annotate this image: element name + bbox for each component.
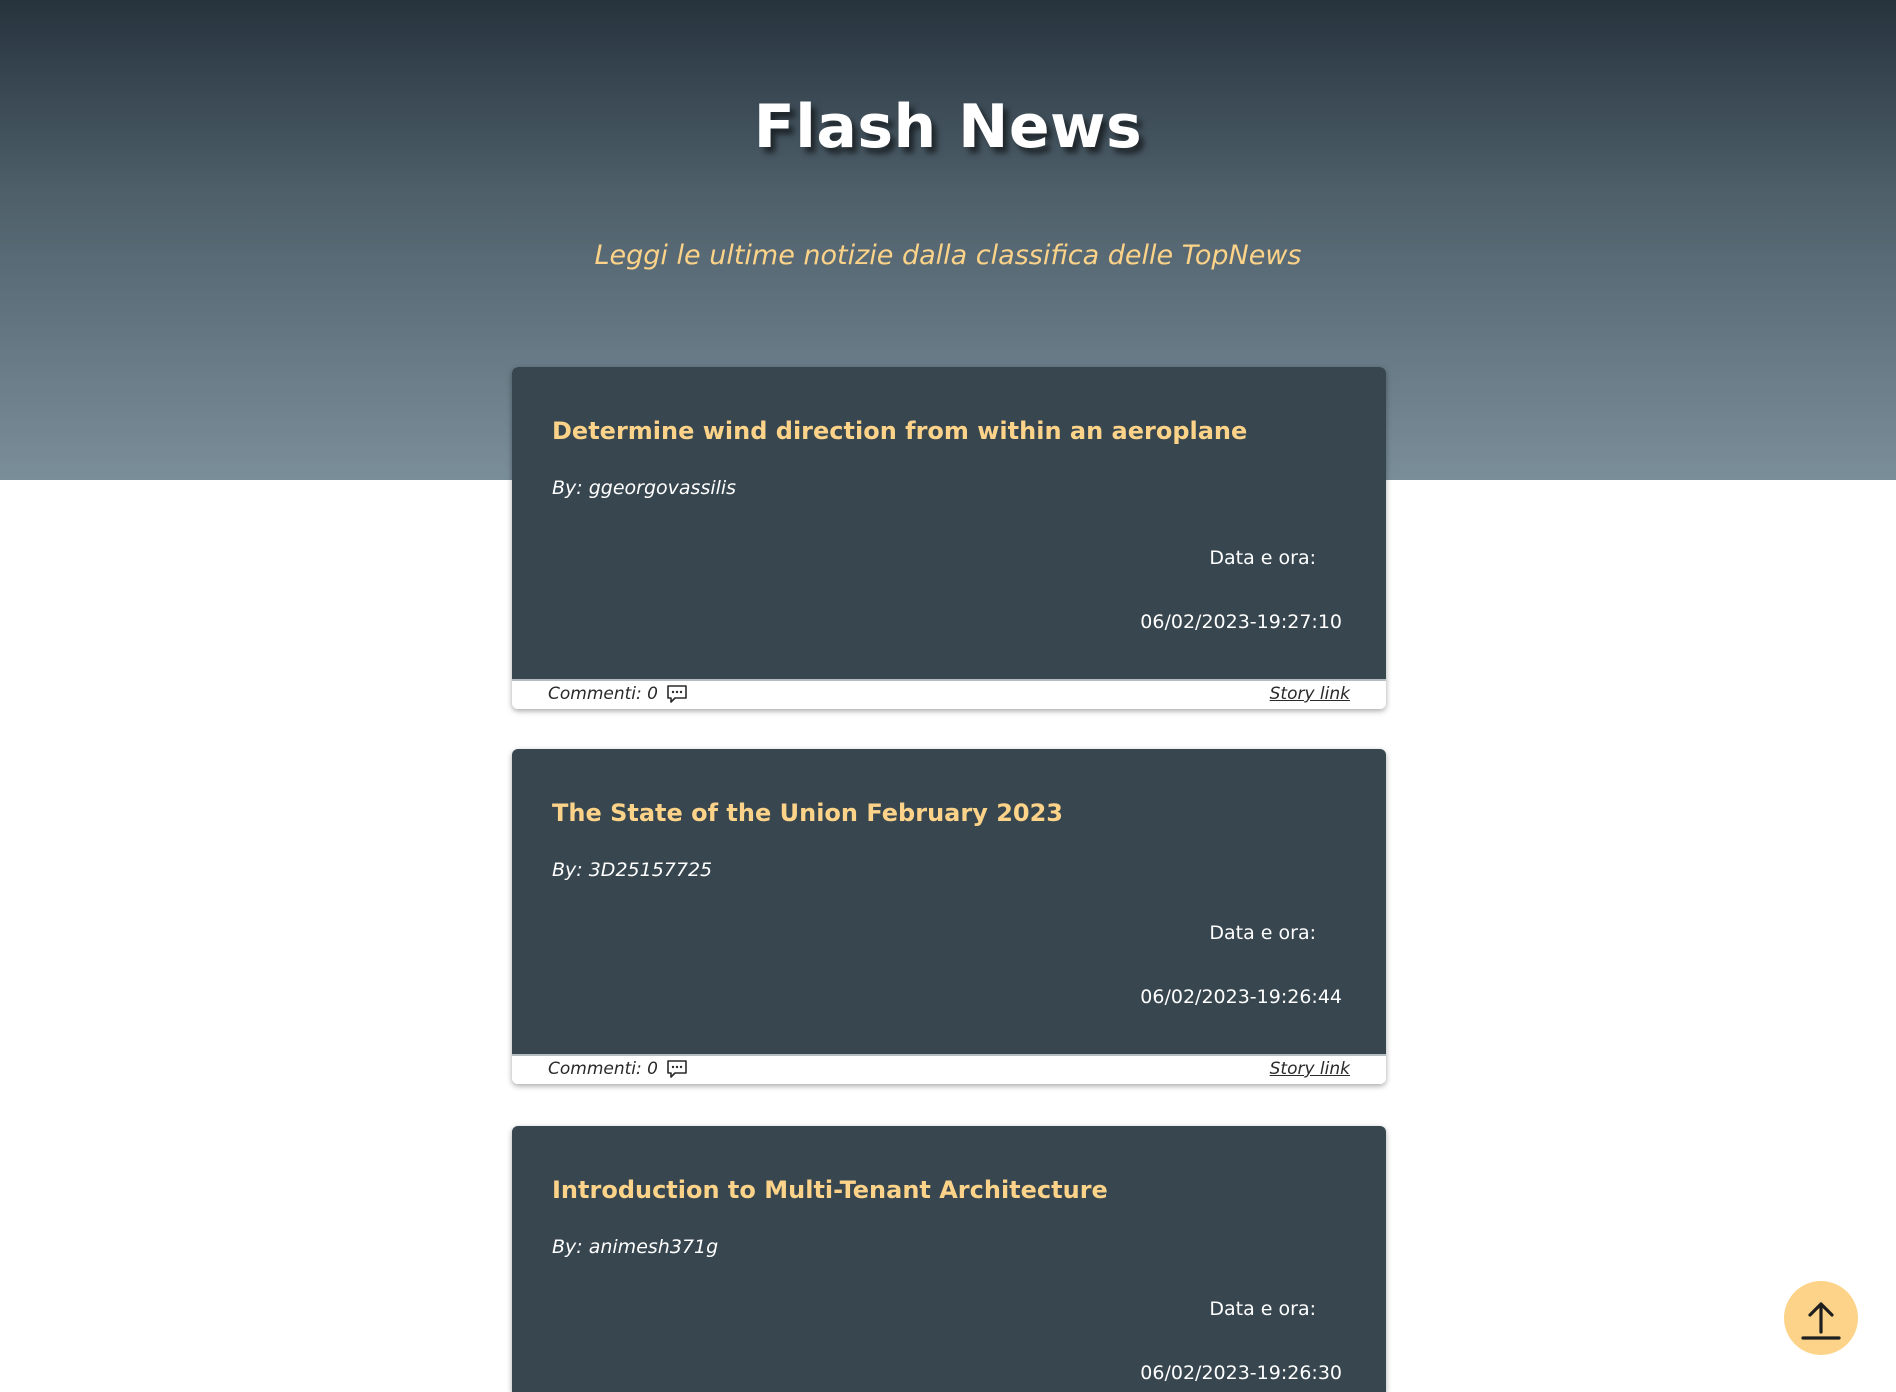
date-label: Data e ora: [1209,547,1316,569]
news-card: The State of the Union February 2023 By:… [512,749,1386,1084]
comment-icon [666,684,688,704]
story-author: By: 3D25157725 [552,859,713,881]
story-author: By: ggeorgovassilis [552,477,737,499]
arrow-up-icon [1801,1302,1841,1340]
card-footer: Commenti: 0 Story link [512,1054,1386,1084]
story-date: 06/02/2023-19:26:30 [1140,1362,1342,1384]
card-body: Introduction to Multi-Tenant Architectur… [512,1126,1386,1392]
page-title: Flash News [753,92,1143,162]
scroll-to-top-button[interactable] [1784,1281,1858,1355]
story-title: Determine wind direction from within an … [552,417,1248,445]
comments-label: Commenti: 0 [548,684,658,704]
card-body: Determine wind direction from within an … [512,367,1386,679]
comment-icon [666,1059,688,1079]
comments-label: Commenti: 0 [548,1059,658,1079]
date-label: Data e ora: [1209,922,1316,944]
news-card: Determine wind direction from within an … [512,367,1386,709]
story-link[interactable]: Story link [1270,1059,1350,1079]
news-card: Introduction to Multi-Tenant Architectur… [512,1126,1386,1392]
comments-count: Commenti: 0 [548,1059,688,1079]
story-date: 06/02/2023-19:27:10 [1140,611,1342,633]
card-footer: Commenti: 0 Story link [512,679,1386,709]
story-date: 06/02/2023-19:26:44 [1140,986,1342,1008]
story-link[interactable]: Story link [1270,684,1350,704]
story-title: Introduction to Multi-Tenant Architectur… [552,1176,1108,1204]
story-author: By: animesh371g [552,1236,719,1258]
card-body: The State of the Union February 2023 By:… [512,749,1386,1054]
date-label: Data e ora: [1209,1298,1316,1320]
page-subtitle: Leggi le ultime notizie dalla classifica… [594,240,1302,271]
comments-count: Commenti: 0 [548,684,688,704]
story-title: The State of the Union February 2023 [552,799,1063,827]
